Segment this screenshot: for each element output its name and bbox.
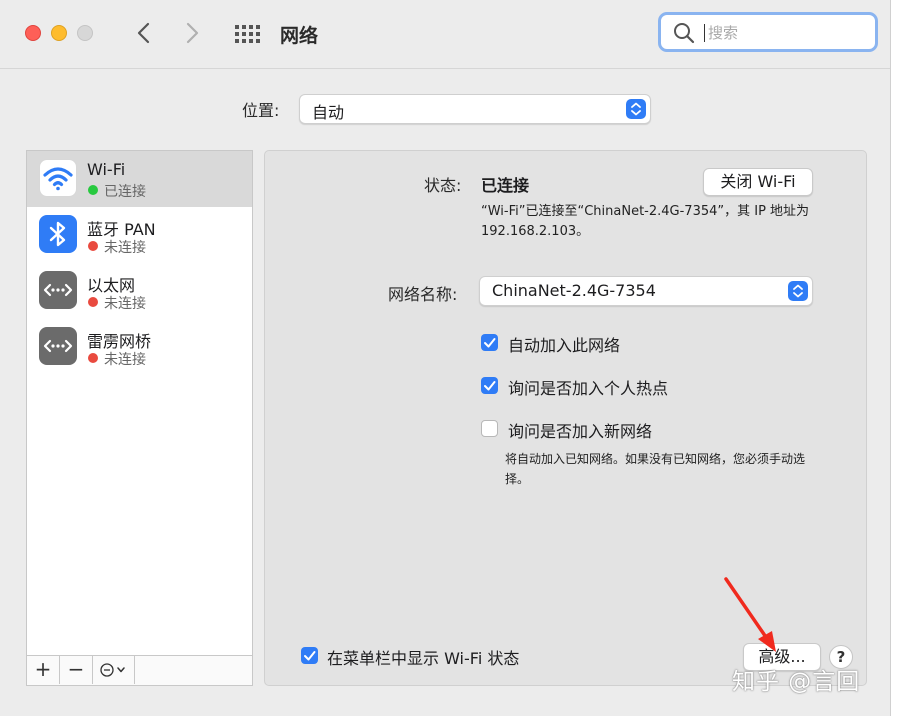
search-icon bbox=[674, 23, 695, 44]
service-status: 未连接 bbox=[104, 240, 146, 256]
service-list: Wi-Fi 已连接 蓝牙 PAN 未连接 以太网 未连接 雷雳网桥 未连接 bbox=[26, 150, 253, 656]
service-actions-menu-button[interactable] bbox=[93, 656, 135, 684]
auto-join-label: 自动加入此网络 bbox=[508, 336, 621, 355]
show-all-button[interactable] bbox=[234, 24, 260, 44]
chevron-left-icon bbox=[137, 22, 150, 44]
service-status: 已连接 bbox=[104, 184, 146, 200]
ask-new-network-checkbox[interactable] bbox=[481, 420, 498, 437]
bluetooth-icon bbox=[39, 215, 77, 253]
checkmark-icon bbox=[484, 381, 496, 391]
show-in-menubar-label: 在菜单栏中显示 Wi-Fi 状态 bbox=[327, 649, 520, 668]
service-item-wifi[interactable]: Wi-Fi 已连接 bbox=[27, 151, 252, 207]
status-dot-icon bbox=[88, 185, 98, 195]
service-item-ethernet[interactable]: 以太网 未连接 bbox=[27, 263, 252, 319]
close-window-button[interactable] bbox=[25, 25, 41, 41]
ethernet-icon bbox=[39, 271, 77, 309]
add-service-button[interactable]: + bbox=[27, 656, 60, 684]
checkmark-icon bbox=[304, 651, 316, 661]
toolbar: 网络 bbox=[0, 0, 890, 69]
search-field[interactable] bbox=[658, 12, 878, 52]
ask-hotspot-checkbox[interactable] bbox=[481, 377, 498, 394]
annotation-arrow-icon bbox=[724, 577, 776, 652]
service-list-toolbar: + − bbox=[26, 656, 253, 686]
status-description: “Wi-Fi”已连接至“ChinaNet-2.4G-7354”，其 IP 地址为… bbox=[481, 204, 810, 239]
forward-button[interactable] bbox=[180, 18, 204, 48]
chevron-right-icon bbox=[186, 22, 199, 44]
service-name: Wi-Fi bbox=[87, 160, 126, 179]
checkmark-icon bbox=[484, 338, 496, 348]
ask-hotspot-label: 询问是否加入个人热点 bbox=[508, 379, 669, 398]
window-title: 网络 bbox=[280, 25, 319, 47]
status-dot-icon bbox=[88, 241, 98, 251]
network-name-label: 网络名称: bbox=[388, 285, 458, 304]
minimize-window-button[interactable] bbox=[51, 25, 67, 41]
status-value: 已连接 bbox=[481, 176, 530, 195]
network-name-select[interactable]: ChinaNet-2.4G-7354 bbox=[479, 276, 813, 306]
thunderbolt-bridge-icon bbox=[39, 327, 77, 365]
location-label: 位置: bbox=[242, 101, 280, 120]
status-dot-icon bbox=[88, 353, 98, 363]
updown-chevron-icon bbox=[626, 99, 646, 119]
text-caret bbox=[704, 24, 705, 42]
action-menu-icon bbox=[99, 663, 125, 677]
turn-off-wifi-button[interactable]: 关闭 Wi-Fi bbox=[703, 168, 813, 196]
service-item-thunderbolt-bridge[interactable]: 雷雳网桥 未连接 bbox=[27, 319, 252, 375]
service-item-bluetooth-pan[interactable]: 蓝牙 PAN 未连接 bbox=[27, 207, 252, 263]
service-status: 未连接 bbox=[104, 296, 146, 312]
service-status: 未连接 bbox=[104, 352, 146, 368]
network-name-value: ChinaNet-2.4G-7354 bbox=[492, 281, 656, 300]
zoom-window-button[interactable] bbox=[77, 25, 93, 41]
location-value: 自动 bbox=[312, 103, 345, 122]
remove-service-button[interactable]: − bbox=[60, 656, 93, 684]
updown-chevron-icon bbox=[788, 281, 808, 301]
status-dot-icon bbox=[88, 297, 98, 307]
grid-icon bbox=[235, 25, 260, 43]
back-button[interactable] bbox=[132, 18, 156, 48]
wifi-icon bbox=[39, 159, 77, 197]
auto-join-checkbox[interactable] bbox=[481, 334, 498, 351]
location-select[interactable]: 自动 bbox=[299, 94, 651, 124]
watermark: 知乎 @言回 bbox=[732, 669, 861, 695]
search-input[interactable] bbox=[706, 21, 870, 45]
status-label: 状态: bbox=[424, 176, 462, 195]
show-in-menubar-checkbox[interactable] bbox=[301, 647, 318, 664]
ask-new-network-label: 询问是否加入新网络 bbox=[508, 422, 653, 441]
new-network-note: 将自动加入已知网络。如果没有已知网络，您必须手动选择。 bbox=[505, 452, 806, 486]
